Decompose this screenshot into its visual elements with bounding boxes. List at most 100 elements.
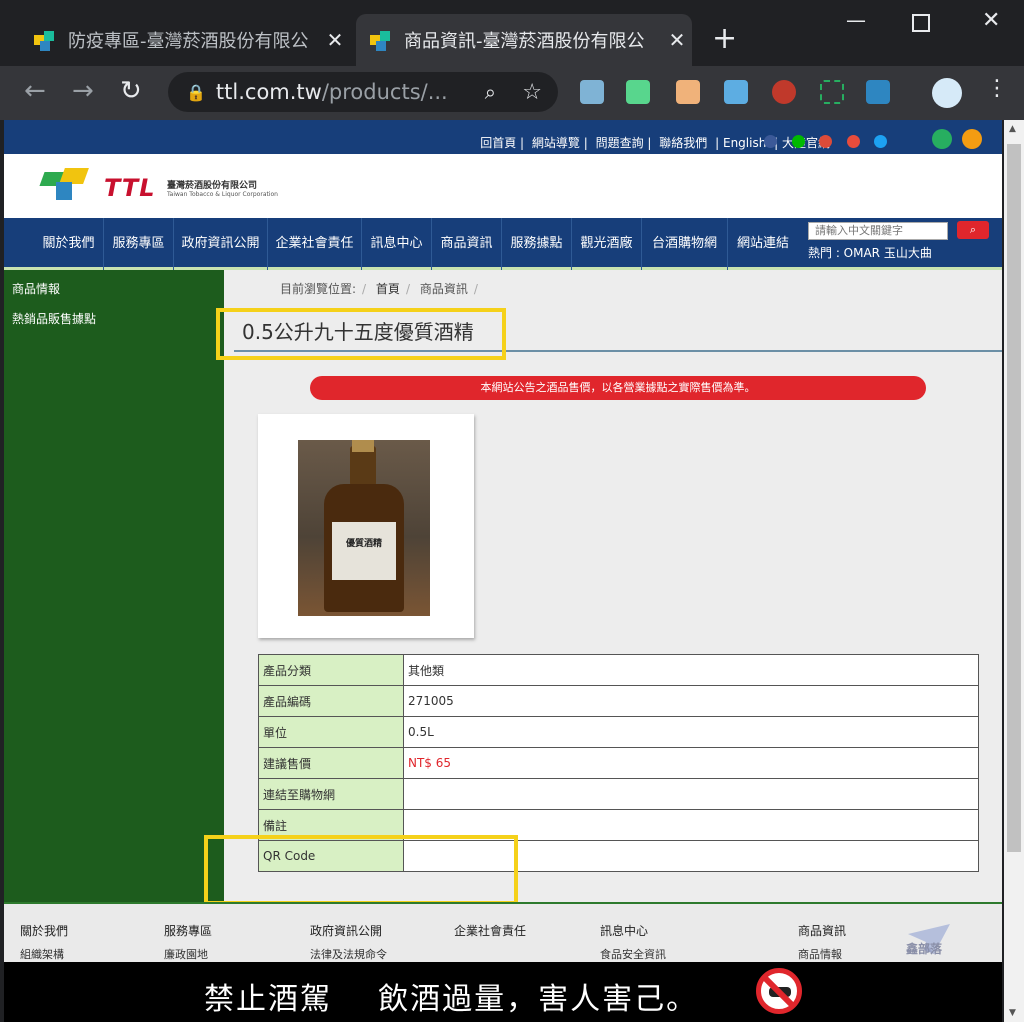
table-row: 產品編碼 271005 bbox=[258, 685, 979, 717]
nav-gov-info[interactable]: 政府資訊公開 bbox=[174, 218, 268, 270]
tab-epidemic[interactable]: 防疫專區-臺灣菸酒股份有限公 ✕ bbox=[20, 14, 350, 66]
bottle-label: 優質酒精 bbox=[332, 522, 396, 580]
nav-locations[interactable]: 服務據點 bbox=[502, 218, 572, 270]
spec-value-category: 其他類 bbox=[403, 654, 979, 686]
main-content: 目前瀏覽位置: / 首頁 / 商品資訊/ 0.5公升九十五度優質酒精 本網站公告之酒… bbox=[204, 270, 1002, 905]
footer-link-laws[interactable]: 法律及法規命令 bbox=[310, 946, 387, 962]
line-icon[interactable] bbox=[792, 135, 805, 148]
sidebar-item-product-info[interactable]: 商品情報 bbox=[12, 280, 60, 297]
scrollbar-thumb[interactable] bbox=[1007, 144, 1021, 852]
extension-icon[interactable] bbox=[772, 80, 796, 104]
web-page: 回首頁 | 網站導覽 | 問題查詢 | 聯絡我們 | English | 大陸官… bbox=[4, 120, 1002, 1022]
footer-link-integrity[interactable]: 廉政園地 bbox=[164, 946, 208, 962]
tab-products[interactable]: 商品資訊-臺灣菸酒股份有限公 ✕ bbox=[356, 14, 692, 66]
main-nav: 關於我們 服務專區 政府資訊公開 企業社會責任 訊息中心 商品資訊 服務據點 觀… bbox=[4, 218, 1002, 270]
nav-products[interactable]: 商品資訊 bbox=[432, 218, 502, 270]
breadcrumb: 目前瀏覽位置: / 首頁 / 商品資訊 / bbox=[280, 282, 478, 296]
menu-icon[interactable]: ⋮ bbox=[986, 76, 1008, 101]
zoom-icon[interactable]: ⌕ bbox=[485, 80, 496, 104]
search-button[interactable]: ⌕ bbox=[957, 221, 989, 239]
footer-col-about[interactable]: 關於我們 bbox=[20, 922, 68, 939]
extension-icon[interactable] bbox=[580, 80, 604, 104]
scroll-down-icon[interactable]: ▼ bbox=[1009, 1008, 1016, 1018]
unit-price-highlight-box bbox=[204, 835, 518, 905]
nav-news[interactable]: 訊息中心 bbox=[362, 218, 432, 270]
top-link-sitemap[interactable]: 網站導覽 | bbox=[532, 136, 588, 150]
close-tab-icon[interactable]: ✕ bbox=[320, 28, 350, 52]
twitter-icon[interactable] bbox=[874, 135, 887, 148]
footer-link-food-safety[interactable]: 食品安全資訊 bbox=[600, 946, 666, 962]
spec-key-unit: 單位 bbox=[258, 716, 404, 748]
extension-icon[interactable] bbox=[626, 80, 650, 104]
hot-keywords[interactable]: 熱門 : OMAR 玉山大曲 bbox=[808, 244, 932, 261]
reload-icon[interactable]: ↻ bbox=[120, 76, 142, 106]
facebook-icon[interactable] bbox=[764, 135, 777, 148]
scroll-up-icon[interactable]: ▲ bbox=[1009, 124, 1016, 134]
bookmark-star-icon[interactable]: ☆ bbox=[522, 80, 542, 105]
footer-col-products[interactable]: 商品資訊 bbox=[798, 922, 846, 939]
product-image-frame: 優質酒精 bbox=[258, 414, 474, 638]
top-strip: 回首頁 | 網站導覽 | 問題查詢 | 聯絡我們 | English | 大陸官… bbox=[4, 120, 1002, 154]
maximize-icon[interactable] bbox=[912, 14, 930, 32]
extension-icon[interactable] bbox=[724, 80, 748, 104]
nav-shop[interactable]: 台酒購物網 bbox=[642, 218, 728, 270]
extension-icon[interactable] bbox=[866, 80, 890, 104]
footer-col-csr[interactable]: 企業社會責任 bbox=[454, 922, 526, 939]
footer-col-gov-info[interactable]: 政府資訊公開 bbox=[310, 922, 382, 939]
sidebar: 商品情報 熱銷品販售據點 bbox=[4, 270, 224, 902]
search-input[interactable]: 請輸入中文關鍵字 bbox=[808, 222, 948, 240]
share-icon[interactable] bbox=[932, 129, 952, 149]
ttl-logo-icon[interactable] bbox=[39, 166, 98, 202]
nav-csr[interactable]: 企業社會責任 bbox=[268, 218, 362, 270]
lock-icon: 🔒 bbox=[186, 82, 206, 102]
footer-link-org[interactable]: 組織架構 bbox=[20, 946, 64, 962]
breadcrumb-products[interactable]: 商品資訊 bbox=[420, 282, 468, 296]
tab-title: 商品資訊-臺灣菸酒股份有限公 bbox=[404, 31, 645, 52]
footer-col-news[interactable]: 訊息中心 bbox=[600, 922, 648, 939]
spec-key-category: 產品分類 bbox=[258, 654, 404, 686]
new-tab-icon[interactable]: + bbox=[712, 24, 737, 54]
logo-company-en: Taiwan Tobacco & Liquor Corporation bbox=[167, 191, 278, 198]
rss-icon[interactable] bbox=[962, 129, 982, 149]
minimize-icon[interactable]: — bbox=[846, 8, 866, 32]
price-notice: 本網站公告之酒品售價，以各營業據點之實際售價為準。 bbox=[310, 376, 926, 400]
top-link-home[interactable]: 回首頁 | bbox=[480, 136, 524, 150]
back-icon[interactable]: ← bbox=[24, 76, 46, 106]
table-row: 產品分類 其他類 bbox=[258, 654, 979, 686]
forward-icon[interactable]: → bbox=[72, 76, 94, 106]
nav-tourism-winery[interactable]: 觀光酒廠 bbox=[572, 218, 642, 270]
extension-icon[interactable] bbox=[820, 80, 844, 104]
address-bar[interactable]: 🔒 ttl.com.tw /products/... ⌕ ☆ bbox=[168, 72, 558, 112]
footer-col-services[interactable]: 服務專區 bbox=[164, 922, 212, 939]
url-host: ttl.com.tw bbox=[215, 80, 322, 104]
spec-value-price: NT$ 65 bbox=[403, 747, 979, 779]
logo-ttl-text: TTL bbox=[104, 174, 156, 202]
watermark-text: 鑫部落 bbox=[906, 942, 943, 956]
top-link-contact[interactable]: 聯絡我們 bbox=[659, 136, 707, 150]
close-tab-icon[interactable]: ✕ bbox=[662, 28, 692, 52]
plurk-icon[interactable] bbox=[847, 135, 860, 148]
profile-avatar[interactable] bbox=[932, 78, 962, 108]
page-scrollbar[interactable]: ▲ ▼ bbox=[1004, 120, 1024, 1022]
site-header: TTL 臺灣菸酒股份有限公司 Taiwan Tobacco & Liquor C… bbox=[4, 154, 1002, 218]
footer-link-product-info[interactable]: 商品情報 bbox=[798, 946, 842, 962]
logo-company-cn: 臺灣菸酒股份有限公司 bbox=[167, 181, 258, 191]
breadcrumb-home[interactable]: 首頁 bbox=[376, 282, 400, 296]
top-link-english[interactable]: | English bbox=[715, 136, 766, 150]
spec-value-shop-link[interactable] bbox=[403, 778, 979, 810]
extension-icon[interactable] bbox=[676, 80, 700, 104]
ttl-favicon-icon bbox=[34, 29, 56, 51]
drink-drive-banner: 禁止酒駕 飲酒過量，害人害己。 bbox=[4, 962, 1002, 1022]
nav-services[interactable]: 服務專區 bbox=[104, 218, 174, 270]
table-row: 單位 0.5L bbox=[258, 716, 979, 748]
nav-about[interactable]: 關於我們 bbox=[34, 218, 104, 270]
nav-links[interactable]: 網站連結 bbox=[728, 218, 798, 270]
top-link-faq[interactable]: 問題查詢 | bbox=[596, 136, 652, 150]
google-plus-icon[interactable] bbox=[819, 135, 832, 148]
banner-text: 禁止酒駕 飲酒過量，害人害己。 bbox=[204, 982, 699, 1017]
top-links: 回首頁 | 網站導覽 | 問題查詢 | 聯絡我們 | English | 大陸官… bbox=[478, 134, 832, 151]
product-photo[interactable]: 優質酒精 bbox=[298, 440, 430, 616]
breadcrumb-label: 目前瀏覽位置: bbox=[280, 282, 357, 296]
close-window-icon[interactable]: ✕ bbox=[982, 8, 1000, 33]
sidebar-item-bestseller-locations[interactable]: 熱銷品販售據點 bbox=[12, 310, 96, 327]
